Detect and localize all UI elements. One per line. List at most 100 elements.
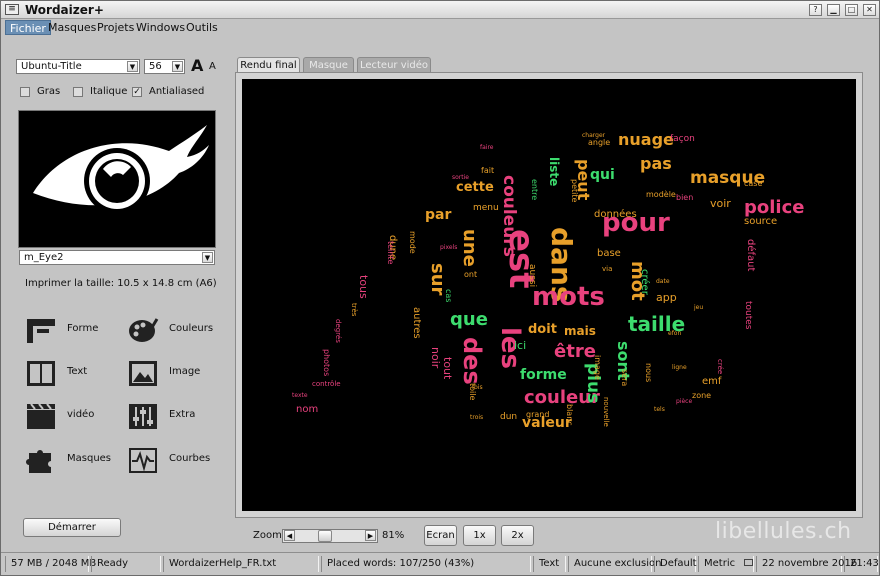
cloud-word: tels (654, 406, 665, 413)
book-icon (27, 361, 55, 386)
menu-windows[interactable]: Windows (132, 20, 189, 35)
maximize-button[interactable]: □ (845, 4, 858, 16)
cloud-word: jeu (693, 304, 703, 311)
cloud-word: aussi (527, 264, 537, 287)
tool-video[interactable]: vidéo (25, 398, 125, 434)
cloud-word: emf (702, 376, 722, 387)
tool-label: Masques (67, 453, 112, 464)
cloud-word: teinte (386, 241, 395, 264)
cloud-word: liste (547, 157, 561, 186)
tool-image[interactable]: Image (127, 355, 227, 391)
tool-label: Text (67, 366, 88, 377)
tool-couleurs[interactable]: Couleurs (127, 312, 227, 348)
chevron-down-icon[interactable]: ▼ (172, 61, 183, 72)
cloud-word: photos (322, 349, 331, 376)
bold-checkbox[interactable] (20, 87, 30, 97)
arrow-left-icon[interactable]: ◀ (284, 530, 295, 541)
cloud-word: voir (710, 197, 731, 210)
help-button[interactable]: ? (809, 4, 822, 16)
menu-masques[interactable]: Masques (44, 20, 100, 35)
zoom-thumb[interactable] (318, 530, 332, 542)
tool-text[interactable]: Text (25, 355, 125, 391)
cloud-word: angle (588, 138, 610, 147)
zoom-label: Zoom (253, 530, 282, 541)
chevron-down-icon[interactable]: ▼ (127, 61, 138, 72)
italic-checkbox[interactable] (73, 87, 83, 97)
cloud-word: sortie (452, 174, 469, 181)
cloud-word: source (744, 216, 777, 227)
tool-label: Courbes (169, 453, 211, 464)
zoom-2x-button[interactable]: 2x (501, 525, 534, 546)
font-size-value: 56 (149, 61, 162, 72)
zoom-slider[interactable]: ◀ ▶ (282, 529, 378, 543)
keyboard-icon (744, 559, 754, 566)
cloud-word: autres (411, 307, 422, 339)
cloud-word: qui (590, 167, 615, 183)
cloud-word: entre (530, 179, 539, 200)
arrow-right-icon[interactable]: ▶ (365, 530, 376, 541)
tool-extra[interactable]: Extra (127, 398, 227, 434)
palette-icon (129, 318, 159, 342)
puzzle-icon (26, 450, 51, 473)
screen-fit-button[interactable]: Ecran (424, 525, 457, 546)
cloud-word: nom (296, 404, 318, 415)
cloud-word: zone (692, 391, 711, 400)
word-cloud: est danspourmotslesdescouleurêtretaillepo… (292, 130, 804, 431)
decrease-font-button[interactable]: A (209, 61, 216, 72)
cloud-word: couleurs (499, 175, 519, 257)
tool-label: vidéo (67, 409, 95, 420)
cloud-word: image (593, 355, 602, 380)
cloud-word: bien (676, 193, 693, 202)
cloud-word: que (450, 309, 488, 330)
start-button[interactable]: Démarrer (23, 518, 121, 537)
cloud-word: cas (444, 289, 453, 302)
mask-select[interactable]: m_Eye2 ▼ (19, 250, 215, 265)
cloud-word: créer (639, 269, 651, 296)
clapper-icon (27, 403, 55, 429)
app-window: ≡ Wordaizer+ ? ▁ □ ✕ Fichier Masques Pro… (0, 0, 880, 576)
font-family-select[interactable]: Ubuntu-Title ▼ (16, 59, 140, 74)
cloud-word: pièce (676, 398, 692, 405)
zoom-1x-button[interactable]: 1x (463, 525, 496, 546)
minimize-button[interactable]: ▁ (827, 4, 840, 16)
render-panel: est dans pour mots les des couleur être taille po… (235, 72, 863, 518)
tool-label: Couleurs (169, 323, 214, 334)
cloud-word: par (425, 207, 451, 223)
increase-font-button[interactable]: A (191, 56, 203, 75)
tab-masque[interactable]: Masque (303, 57, 354, 73)
menu-outils[interactable]: Outils (182, 20, 222, 35)
antialiased-label: Antialiased (149, 86, 205, 97)
cloud-word: nous (644, 363, 653, 382)
cloud-word: pixels (440, 244, 457, 251)
cloud-word: ont (464, 270, 477, 279)
cloud-word: date (656, 278, 670, 285)
font-size-select[interactable]: 56 ▼ (144, 59, 185, 74)
print-size-label: Imprimer la taille: 10.5 x 14.8 cm (A6) (25, 278, 217, 289)
antialiased-checkbox[interactable]: ✓ (132, 87, 142, 97)
close-button[interactable]: ✕ (863, 4, 876, 16)
tool-courbes[interactable]: Courbes (127, 442, 227, 478)
cloud-word: une (459, 229, 480, 267)
cloud-word: être (554, 341, 596, 362)
status-state: Ready (91, 556, 161, 572)
cloud-word: faire (480, 144, 494, 151)
title-bar: ≡ Wordaizer+ ? ▁ □ ✕ (1, 1, 879, 19)
cloud-word: nouvelle (602, 397, 610, 427)
tab-lecteur-video[interactable]: Lecteur vidéo (357, 57, 431, 73)
eye-mask-icon (33, 125, 209, 216)
cloud-word: mode (408, 231, 417, 254)
ruler-icon (27, 319, 55, 343)
status-default: Default (654, 556, 697, 572)
tool-forme[interactable]: Forme (25, 312, 125, 348)
cloud-word: ici (514, 339, 526, 352)
status-date: 22 novembre 2016 (756, 556, 857, 572)
word-cloud-canvas[interactable]: est dans pour mots les des couleur être taille po… (242, 79, 856, 511)
cloud-word: trois (470, 414, 483, 421)
cloud-word: très (350, 303, 358, 317)
tool-masques[interactable]: Masques (25, 442, 125, 478)
tool-label: Image (169, 366, 201, 377)
system-menu-icon[interactable]: ≡ (5, 4, 19, 15)
status-memory: 57 MB / 2048 MB (5, 556, 96, 572)
status-unit-text: Metric (704, 558, 736, 569)
chevron-down-icon[interactable]: ▼ (202, 252, 213, 263)
